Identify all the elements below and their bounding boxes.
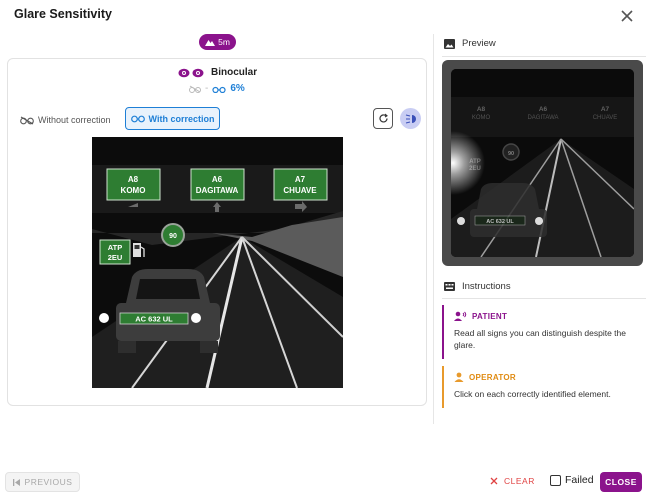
sign-a6-code: A6: [212, 175, 223, 184]
preview-label: Preview: [462, 38, 496, 49]
close-button[interactable]: CLOSE: [600, 472, 642, 492]
speed-limit-sign[interactable]: 90: [161, 223, 185, 247]
previous-button[interactable]: PREVIOUS: [5, 472, 80, 492]
patient-instruction: PATIENT Read all signs you can distingui…: [442, 305, 640, 359]
sign-a7-code: A7: [295, 175, 306, 184]
checkbox-box[interactable]: [550, 474, 561, 486]
previous-label: PREVIOUS: [24, 477, 73, 487]
without-correction-label: Without correction: [38, 115, 111, 125]
without-correction-button[interactable]: Without correction: [20, 112, 111, 128]
preview-sign-a7-name: CHUAVE: [593, 115, 618, 121]
close-icon: [490, 477, 498, 485]
acuity-with-value: 6%: [230, 83, 245, 94]
preview-panel: A8 KOMO A6 DAGITAWA A7 CHUAVE 90 ATP 2EU: [442, 60, 643, 266]
close-label: CLOSE: [605, 477, 637, 487]
preview-license-plate: AC 632 UL: [486, 219, 514, 225]
station-sign-line1: ATP: [108, 243, 122, 252]
instructions-label: Instructions: [462, 281, 511, 292]
patient-title: PATIENT: [472, 311, 508, 321]
skip-previous-icon: [12, 478, 20, 486]
instructions-rule: [442, 298, 646, 299]
distance-label: 5m: [218, 37, 230, 47]
sign-a6-name: DAGITAWA: [196, 186, 239, 195]
page-title: Glare Sensitivity: [14, 7, 112, 21]
refresh-icon: [378, 113, 388, 123]
glasses-icon: [130, 115, 145, 123]
speed-limit-value: 90: [169, 233, 177, 240]
glasses-off-icon: [189, 85, 201, 93]
eye-selector: Binocular: [178, 67, 257, 78]
acuity-without-value: -: [205, 83, 209, 94]
refresh-button[interactable]: [373, 108, 393, 129]
headlight-icon: [405, 113, 416, 124]
eye-label: Binocular: [211, 67, 258, 78]
operator-text: Click on each correctly identified eleme…: [454, 389, 611, 399]
glasses-off-icon: [20, 116, 34, 124]
instructions-header: Instructions: [444, 281, 511, 292]
mountain-icon: [205, 40, 216, 46]
with-correction-button[interactable]: With correction: [125, 107, 220, 130]
preview-sign-a8-code: A8: [477, 106, 486, 113]
distance-badge: 5m: [199, 34, 236, 50]
operator-title: OPERATOR: [469, 372, 516, 382]
sidebar-divider: [433, 34, 434, 424]
failed-checkbox[interactable]: Failed: [550, 474, 594, 486]
preview-speed-limit: 90: [508, 151, 514, 157]
preview-sign-a6-code: A6: [539, 106, 548, 113]
sign-a8-code: A8: [128, 175, 139, 184]
keyboard-icon: [444, 282, 455, 291]
preview-sign-a7-code: A7: [601, 106, 610, 113]
exam-card: Binocular - 6% Without correction With c…: [7, 58, 427, 406]
preview-sign-a6-name: DAGITAWA: [527, 115, 558, 121]
glare-scene: A8 KOMO A6 DAGITAWA A7 CHUAVE 90 ATP 2EU…: [92, 137, 343, 388]
close-icon[interactable]: [620, 9, 634, 23]
failed-label: Failed: [565, 474, 594, 486]
speaking-person-icon: [454, 311, 467, 321]
clear-label: CLEAR: [504, 476, 535, 486]
operator-instruction: OPERATOR Click on each correctly identif…: [442, 366, 640, 408]
station-sign-line2: 2EU: [108, 253, 123, 262]
acuity-readout: - 6%: [189, 83, 245, 94]
person-icon: [454, 372, 464, 382]
eyes-icon: [178, 68, 204, 78]
glasses-icon: [212, 86, 226, 93]
preview-image: A8 KOMO A6 DAGITAWA A7 CHUAVE 90 ATP 2EU: [451, 69, 634, 257]
sign-a8-name: KOMO: [121, 186, 146, 195]
preview-sign-a8-name: KOMO: [472, 115, 491, 121]
preview-rule: [442, 56, 646, 57]
clear-button[interactable]: CLEAR: [490, 476, 535, 486]
preview-header: Preview: [444, 38, 496, 49]
image-icon: [444, 38, 455, 49]
with-correction-label: With correction: [148, 113, 215, 124]
road-scene-svg: A8 KOMO A6 DAGITAWA A7 CHUAVE 90 ATP 2EU…: [92, 137, 343, 388]
license-plate-text: AC 632 UL: [135, 315, 173, 324]
sign-a7-name: CHUAVE: [283, 186, 317, 195]
preview-scene-svg: A8 KOMO A6 DAGITAWA A7 CHUAVE 90 ATP 2EU: [451, 69, 634, 257]
glare-toggle-button[interactable]: [400, 108, 421, 129]
patient-text: Read all signs you can distinguish despi…: [454, 328, 626, 350]
